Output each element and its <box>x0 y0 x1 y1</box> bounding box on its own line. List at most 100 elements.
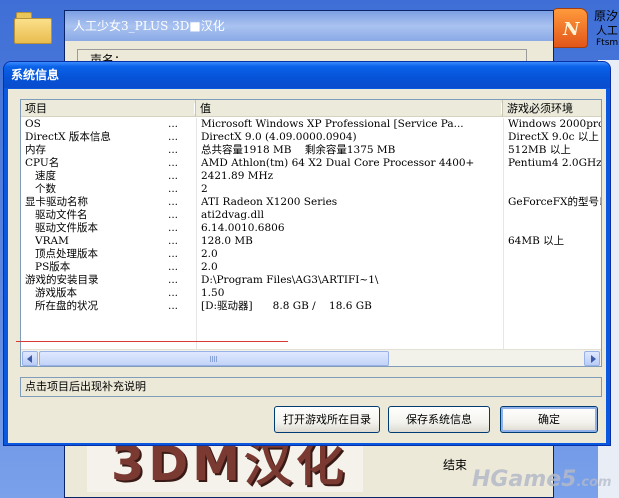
row-dots: ... <box>168 235 179 247</box>
row-item-label: 速度 <box>35 170 56 182</box>
row-value: D:\Program Files\AG3\ARTIFI~1\ <box>201 274 379 286</box>
row-requirement <box>508 274 601 287</box>
row-item-label: 个数 <box>35 183 56 195</box>
table-row[interactable]: PS版本... 2.0 <box>21 261 601 274</box>
row-requirement <box>508 222 601 235</box>
row-value: ATI Radeon X1200 Series <box>201 196 338 208</box>
table-row[interactable]: 游戏版本... 1.50 <box>21 287 601 300</box>
table-row[interactable]: 驱动文件版本... 6.14.0010.6806 <box>21 222 601 235</box>
table-row[interactable]: CPU名... AMD Athlon(tm) 64 X2 Dual Core Pr… <box>21 157 602 170</box>
scroll-right-button[interactable] <box>584 351 600 366</box>
row-value: 6.14.0010.6806 <box>201 222 285 234</box>
row-requirement <box>508 300 601 313</box>
row-value: 2.0 <box>201 261 218 273</box>
desktop-label-2: 人工 <box>596 24 618 37</box>
desktop-label-3: Ftsm <box>596 38 619 48</box>
watermark: HGame5.com <box>472 467 612 492</box>
row-item-label: 所在盘的状况 <box>35 300 98 312</box>
row-item-label: 游戏的安装目录 <box>25 274 99 286</box>
row-dots: ... <box>168 222 179 234</box>
row-value: 总共容量1918 MB 剩余容量1375 MB <box>201 144 396 156</box>
row-item-label: PS版本 <box>35 261 71 273</box>
horizontal-scrollbar[interactable] <box>21 349 601 366</box>
row-dots: ... <box>168 261 179 273</box>
row-dots: ... <box>168 118 179 130</box>
row-dots: ... <box>168 248 179 260</box>
table-row[interactable]: 驱动文件名... ati2dvag.dll <box>21 209 601 222</box>
dialog-title[interactable]: 系统信息 <box>4 62 610 88</box>
row-dots: ... <box>168 287 179 299</box>
scroll-left-button[interactable] <box>22 351 38 366</box>
app-shortcut-icon[interactable] <box>550 8 588 48</box>
row-dots: ... <box>168 300 179 312</box>
row-value: 1.50 <box>201 287 225 299</box>
row-value: 2421.89 MHz <box>201 170 274 182</box>
row-requirement: DirectX 9.0c 以上 <box>508 131 599 143</box>
table-row[interactable]: 显卡驱动名称... ATI Radeon X1200 Series GeForceF… <box>21 196 602 209</box>
row-item-label: 驱动文件版本 <box>35 222 98 234</box>
row-requirement: GeForceFX的型号以 <box>508 196 602 208</box>
row-requirement: 512MB 以上 <box>508 144 571 156</box>
row-value: AMD Athlon(tm) 64 X2 Dual Core Processor… <box>201 157 475 169</box>
row-value: [D:驱动器] 8.8 GB / 18.6 GB <box>201 300 372 312</box>
status-bar: 点击项目后出现补充说明 <box>20 377 602 397</box>
row-item-label: 顶点处理版本 <box>35 248 98 260</box>
row-requirement: Pentium4 2.0GHz <box>508 157 602 169</box>
row-requirement <box>508 209 601 222</box>
system-info-dialog: 系统信息 项目 值 游戏必须环境 OS... Microsoft Windows … <box>3 61 611 446</box>
desktop-label-1: 原汐 <box>594 9 619 23</box>
row-value: DirectX 9.0 (4.09.0000.0904) <box>201 131 357 143</box>
row-dots: ... <box>168 196 179 208</box>
row-item-label: CPU名 <box>25 157 60 169</box>
system-info-list[interactable]: 项目 值 游戏必须环境 OS... Microsoft Windows XP Pr… <box>20 99 602 367</box>
column-header-value[interactable]: 值 <box>196 100 503 117</box>
row-requirement <box>508 170 601 183</box>
open-game-dir-button[interactable]: 打开游戏所在目录 <box>274 406 380 433</box>
row-dots: ... <box>168 170 179 182</box>
table-row[interactable]: 游戏的安装目录... D:\Program Files\AG3\ARTIFI~1\ <box>21 274 601 287</box>
row-dots: ... <box>168 183 179 195</box>
row-dots: ... <box>168 144 179 156</box>
table-row[interactable]: 所在盘的状况... [D:驱动器] 8.8 GB / 18.6 GB <box>21 300 601 313</box>
row-dots: ... <box>168 274 179 286</box>
row-dots: ... <box>168 209 179 221</box>
row-item-label: 游戏版本 <box>35 287 77 299</box>
row-requirement <box>508 248 601 261</box>
scroll-thumb[interactable] <box>39 351 389 366</box>
row-item-label: 显卡驱动名称 <box>25 196 88 208</box>
row-value: ati2dvag.dll <box>201 209 264 221</box>
row-requirement <box>508 261 601 274</box>
red-underline-annotation <box>16 341 288 342</box>
row-dots: ... <box>168 157 179 169</box>
row-item-label: VRAM <box>35 235 69 247</box>
column-header-requirement[interactable]: 游戏必须环境 <box>503 100 601 117</box>
row-dots: ... <box>168 131 179 143</box>
row-item-label: 驱动文件名 <box>35 209 88 221</box>
table-row[interactable]: OS... Microsoft Windows XP Professional [… <box>21 118 602 131</box>
table-row[interactable]: VRAM... 128.0 MB 64MB 以上 <box>21 235 601 248</box>
back-window-title: 人工少女3_PLUS 3D■汉化 <box>65 11 553 41</box>
table-row[interactable]: 速度... 2421.89 MHz <box>21 170 601 183</box>
row-requirement: 64MB 以上 <box>508 235 565 247</box>
ok-button[interactable]: 确定 <box>500 406 598 433</box>
row-requirement <box>508 183 601 196</box>
dialog-client: 项目 值 游戏必须环境 OS... Microsoft Windows XP Pr… <box>8 89 606 443</box>
row-item-label: OS <box>25 118 41 130</box>
row-requirement <box>508 287 601 300</box>
table-row[interactable]: 顶点处理版本... 2.0 <box>21 248 601 261</box>
save-system-info-button[interactable]: 保存系统信息 <box>388 406 490 433</box>
table-row[interactable]: 个数... 2 <box>21 183 601 196</box>
row-value: 2 <box>201 183 208 195</box>
table-row[interactable]: DirectX 版本信息... DirectX 9.0 (4.09.0000.09… <box>21 131 601 144</box>
row-value: 128.0 MB <box>201 235 253 247</box>
list-header: 项目 值 游戏必须环境 <box>21 100 601 117</box>
row-requirement: Windows 2000pro/ <box>508 118 602 130</box>
row-value: Microsoft Windows XP Professional [Servi… <box>201 118 464 130</box>
row-item-label: DirectX 版本信息 <box>25 131 111 143</box>
column-header-item[interactable]: 项目 <box>21 100 196 117</box>
list-rows: OS... Microsoft Windows XP Professional [… <box>21 118 602 313</box>
row-value: 2.0 <box>201 248 218 260</box>
table-row[interactable]: 内存... 总共容量1918 MB 剩余容量1375 MB 512MB 以上 <box>21 144 601 157</box>
folder-icon[interactable] <box>14 12 54 44</box>
row-item-label: 内存 <box>25 144 46 156</box>
